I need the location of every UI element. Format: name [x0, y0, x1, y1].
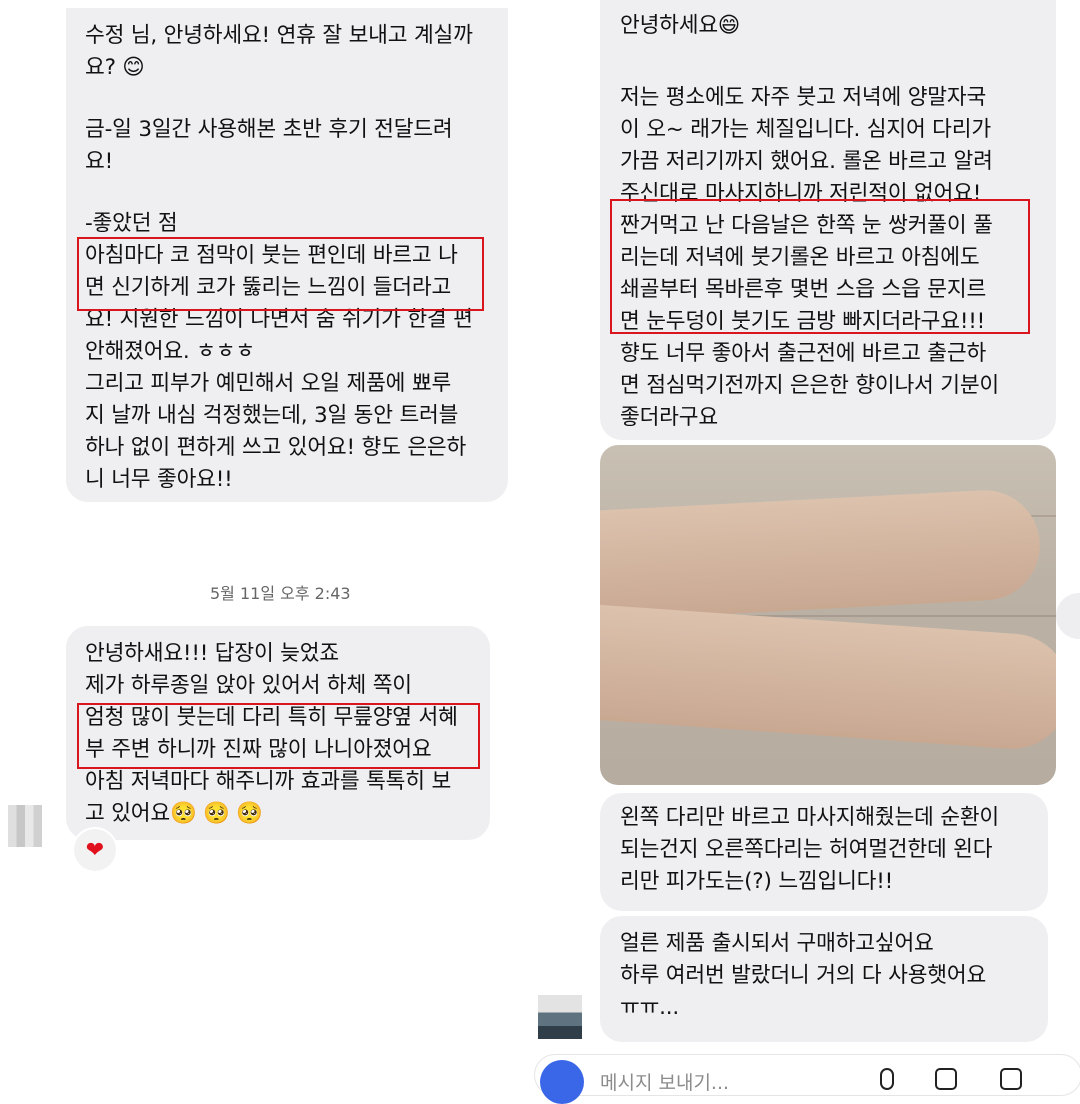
message-line: 이 오~ 래가는 체질입니다. 심지어 다리가 — [620, 117, 991, 142]
message-line: 제가 하루종일 앉아 있어서 하체 쪽이 — [85, 673, 412, 698]
message-line: 지 날까 내심 걱정했는데, 3일 동안 트러블 — [85, 403, 459, 428]
message-line: 금-일 3일간 사용해본 초반 후기 전달드려 — [85, 117, 453, 142]
highlight-box — [77, 237, 484, 311]
message-line: 안녕하세요😄 — [620, 13, 741, 38]
message-input-placeholder[interactable]: 메시지 보내기... — [600, 1068, 729, 1095]
message-line: 요? 😊 — [85, 55, 145, 80]
message-line: 하루 여러번 발랐더니 거의 다 사용햇어요 — [620, 963, 987, 988]
sticker-icon[interactable] — [1000, 1068, 1022, 1090]
gallery-icon[interactable] — [935, 1068, 957, 1090]
message-line: 향도 너무 좋아서 출근전에 바르고 출근하 — [620, 341, 987, 366]
highlight-box — [610, 199, 1030, 334]
leg-shape — [600, 602, 1056, 753]
message-line: 가끔 저리기까지 했어요. 롤온 바르고 알려 — [620, 149, 993, 174]
message-line: 안녕하새요!!! 답장이 늦었죠 — [85, 641, 339, 666]
heart-reaction-icon[interactable]: ❤ — [74, 829, 116, 871]
message-bubble-legs: 왼쪽 다리만 바르고 마사지해줬는데 순환이 되는건지 오른쪽다리는 허여멀건한… — [600, 793, 1048, 911]
message-bubble-purchase: 얼른 제품 출시되서 구매하고싶어요 하루 여러번 발랐더니 거의 다 사용햇어… — [600, 916, 1048, 1042]
message-line: 왼쪽 다리만 바르고 마사지해줬는데 순환이 — [620, 805, 999, 830]
message-line: 수정 님, 안녕하세요! 연휴 잘 보내고 계실까 — [85, 23, 473, 48]
message-line: 면 점심먹기전까지 은은한 향이나서 기분이 — [620, 373, 999, 398]
microphone-icon[interactable] — [880, 1068, 894, 1090]
message-line: ㅠㅠ... — [620, 995, 680, 1020]
message-line: 고 있어요🥺 🥺 🥺 — [85, 801, 263, 826]
message-line: 저는 평소에도 자주 붓고 저녁에 양말자국 — [620, 85, 987, 110]
camera-icon[interactable] — [540, 1060, 584, 1104]
message-line: 리만 피가도는(?) 느낌입니다!! — [620, 869, 894, 894]
sender-avatar — [8, 805, 42, 847]
message-line: 요! — [85, 149, 113, 174]
message-line: 아침 저녁마다 해주니까 효과를 톡톡히 보 — [85, 769, 452, 794]
message-timestamp: 5월 11일 오후 2:43 — [210, 584, 351, 603]
message-line: 안해졌어요. ㅎㅎㅎ — [85, 339, 255, 364]
legs-photo[interactable] — [600, 445, 1056, 785]
highlight-box — [77, 703, 480, 769]
left-chat-panel: 수정 님, 안녕하세요! 연휴 잘 보내고 계실까 요? 😊 금-일 3일간 사… — [0, 0, 524, 1080]
message-line: 좋더라구요 — [620, 405, 718, 430]
message-line: 되는건지 오른쪽다리는 허여멀건한데 왼다 — [620, 837, 993, 862]
message-line: 하나 없이 편하게 쓰고 있어요! 향도 은은하 — [85, 435, 467, 460]
sender-avatar — [538, 995, 582, 1039]
leg-shape — [600, 487, 1043, 623]
message-line: 니 너무 좋아요!! — [85, 467, 233, 492]
message-line: 그리고 피부가 예민해서 오일 제품에 뾰루 — [85, 371, 452, 396]
message-line: 얼른 제품 출시되서 구매하고싶어요 — [620, 931, 934, 956]
message-line: -좋았던 점 — [85, 211, 178, 236]
